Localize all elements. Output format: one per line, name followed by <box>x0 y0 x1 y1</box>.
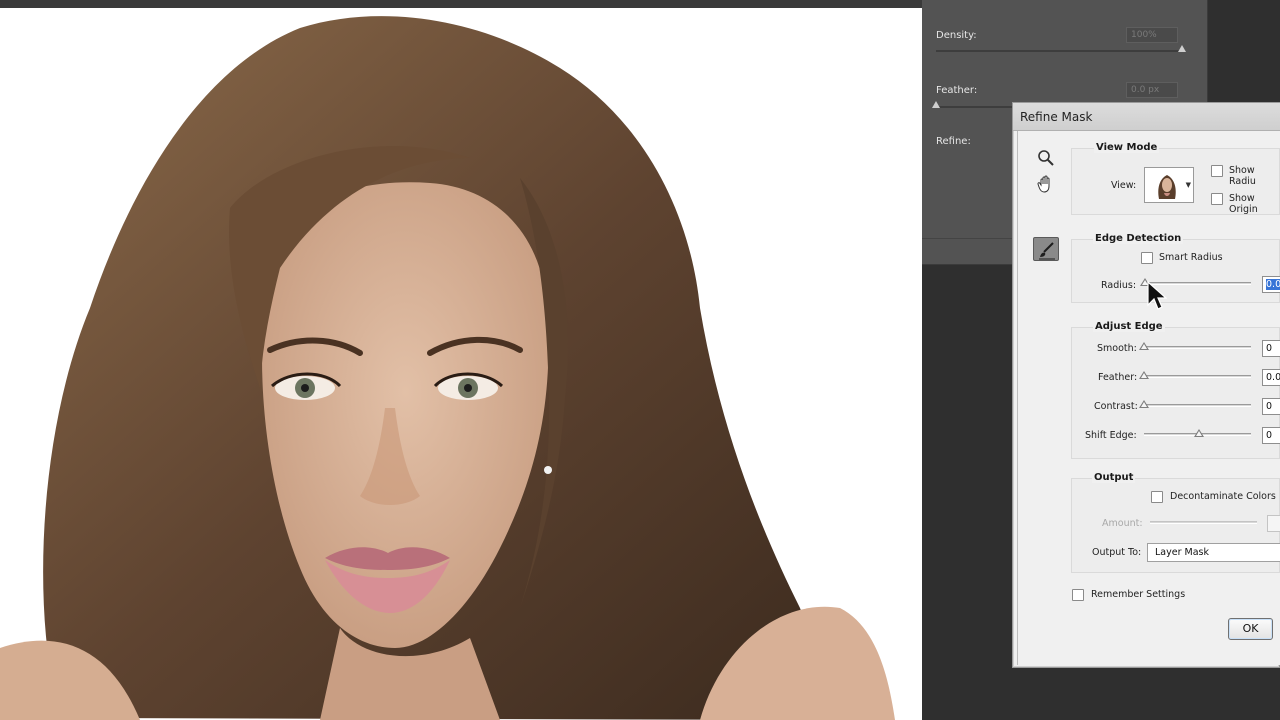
feather-label: Feather: <box>1098 372 1138 383</box>
view-thumbnail-image <box>1151 171 1183 199</box>
feather-slider-thumb[interactable] <box>932 101 940 108</box>
feather-label: Feather: <box>936 85 978 96</box>
view-label: View: <box>1111 180 1137 191</box>
amount-label: Amount: <box>1102 518 1143 529</box>
remember-settings-checkbox[interactable] <box>1072 589 1084 601</box>
amount-slider-track <box>1150 521 1257 524</box>
density-label: Density: <box>936 30 977 41</box>
smart-radius-label: Smart Radius <box>1159 252 1223 263</box>
radius-label: Radius: <box>1101 280 1137 291</box>
smooth-slider-thumb[interactable] <box>1139 342 1149 350</box>
amount-value-field <box>1267 515 1280 532</box>
contrast-value-field[interactable]: 0 <box>1262 398 1280 415</box>
density-value-field[interactable]: 100% <box>1126 27 1178 43</box>
chevron-down-icon: ▼ <box>1185 181 1191 189</box>
portrait-photo <box>0 16 895 720</box>
edge-detection-title: Edge Detection <box>1093 233 1184 244</box>
density-slider-thumb[interactable] <box>1178 45 1186 52</box>
remember-settings-label: Remember Settings <box>1091 589 1186 600</box>
refine-label: Refine: <box>936 136 971 147</box>
feather-slider-thumb[interactable] <box>1139 371 1149 379</box>
radius-value-field[interactable]: 0.0 <box>1262 276 1280 293</box>
contrast-label: Contrast: <box>1094 401 1138 412</box>
mouse-pointer-icon <box>1147 281 1167 310</box>
dialog-title: Refine Mask <box>1020 110 1093 124</box>
density-slider-track[interactable] <box>936 50 1182 52</box>
show-original-checkbox[interactable] <box>1211 193 1223 205</box>
view-mode-title: View Mode <box>1094 142 1160 153</box>
shift-edge-slider-thumb[interactable] <box>1193 429 1204 437</box>
output-title: Output <box>1092 472 1136 483</box>
view-mode-picker[interactable]: ▼ <box>1144 167 1194 203</box>
zoom-icon[interactable] <box>1037 149 1055 167</box>
smooth-value-field[interactable]: 0 <box>1262 340 1280 357</box>
feather-value-field[interactable]: 0.0 px <box>1126 82 1178 98</box>
adjust-edge-title: Adjust Edge <box>1093 321 1165 332</box>
feather-value-field[interactable]: 0.0 <box>1262 369 1280 386</box>
hand-icon[interactable] <box>1036 174 1056 194</box>
output-to-select[interactable]: Layer Mask <box>1147 543 1280 562</box>
contrast-slider-thumb[interactable] <box>1139 400 1149 408</box>
shift-edge-label: Shift Edge: <box>1085 430 1137 441</box>
smart-radius-checkbox[interactable] <box>1141 252 1153 264</box>
contrast-slider-track[interactable] <box>1144 404 1251 407</box>
dialog-titlebar[interactable]: Refine Mask <box>1013 103 1280 131</box>
shift-edge-value-field[interactable]: 0 <box>1262 427 1280 444</box>
show-radius-checkbox[interactable] <box>1211 165 1223 177</box>
smooth-label: Smooth: <box>1097 343 1137 354</box>
edge-detection-group <box>1071 239 1280 303</box>
refine-radius-tool-button[interactable] <box>1033 237 1059 261</box>
decontaminate-colors-checkbox[interactable] <box>1151 491 1163 503</box>
decontaminate-colors-label: Decontaminate Colors <box>1170 491 1276 502</box>
refine-radius-brush-icon <box>1039 242 1055 260</box>
smooth-slider-track[interactable] <box>1144 346 1251 349</box>
show-radius-label: Show Radiu <box>1229 165 1256 187</box>
radius-value-text: 0.0 <box>1266 279 1280 290</box>
feather-slider-track[interactable] <box>1144 375 1251 378</box>
show-original-label: Show Origin <box>1229 193 1258 215</box>
output-to-label: Output To: <box>1092 547 1142 558</box>
document-canvas[interactable] <box>0 8 922 720</box>
ok-button[interactable]: OK <box>1228 618 1273 640</box>
workspace-top-strip <box>0 0 922 8</box>
